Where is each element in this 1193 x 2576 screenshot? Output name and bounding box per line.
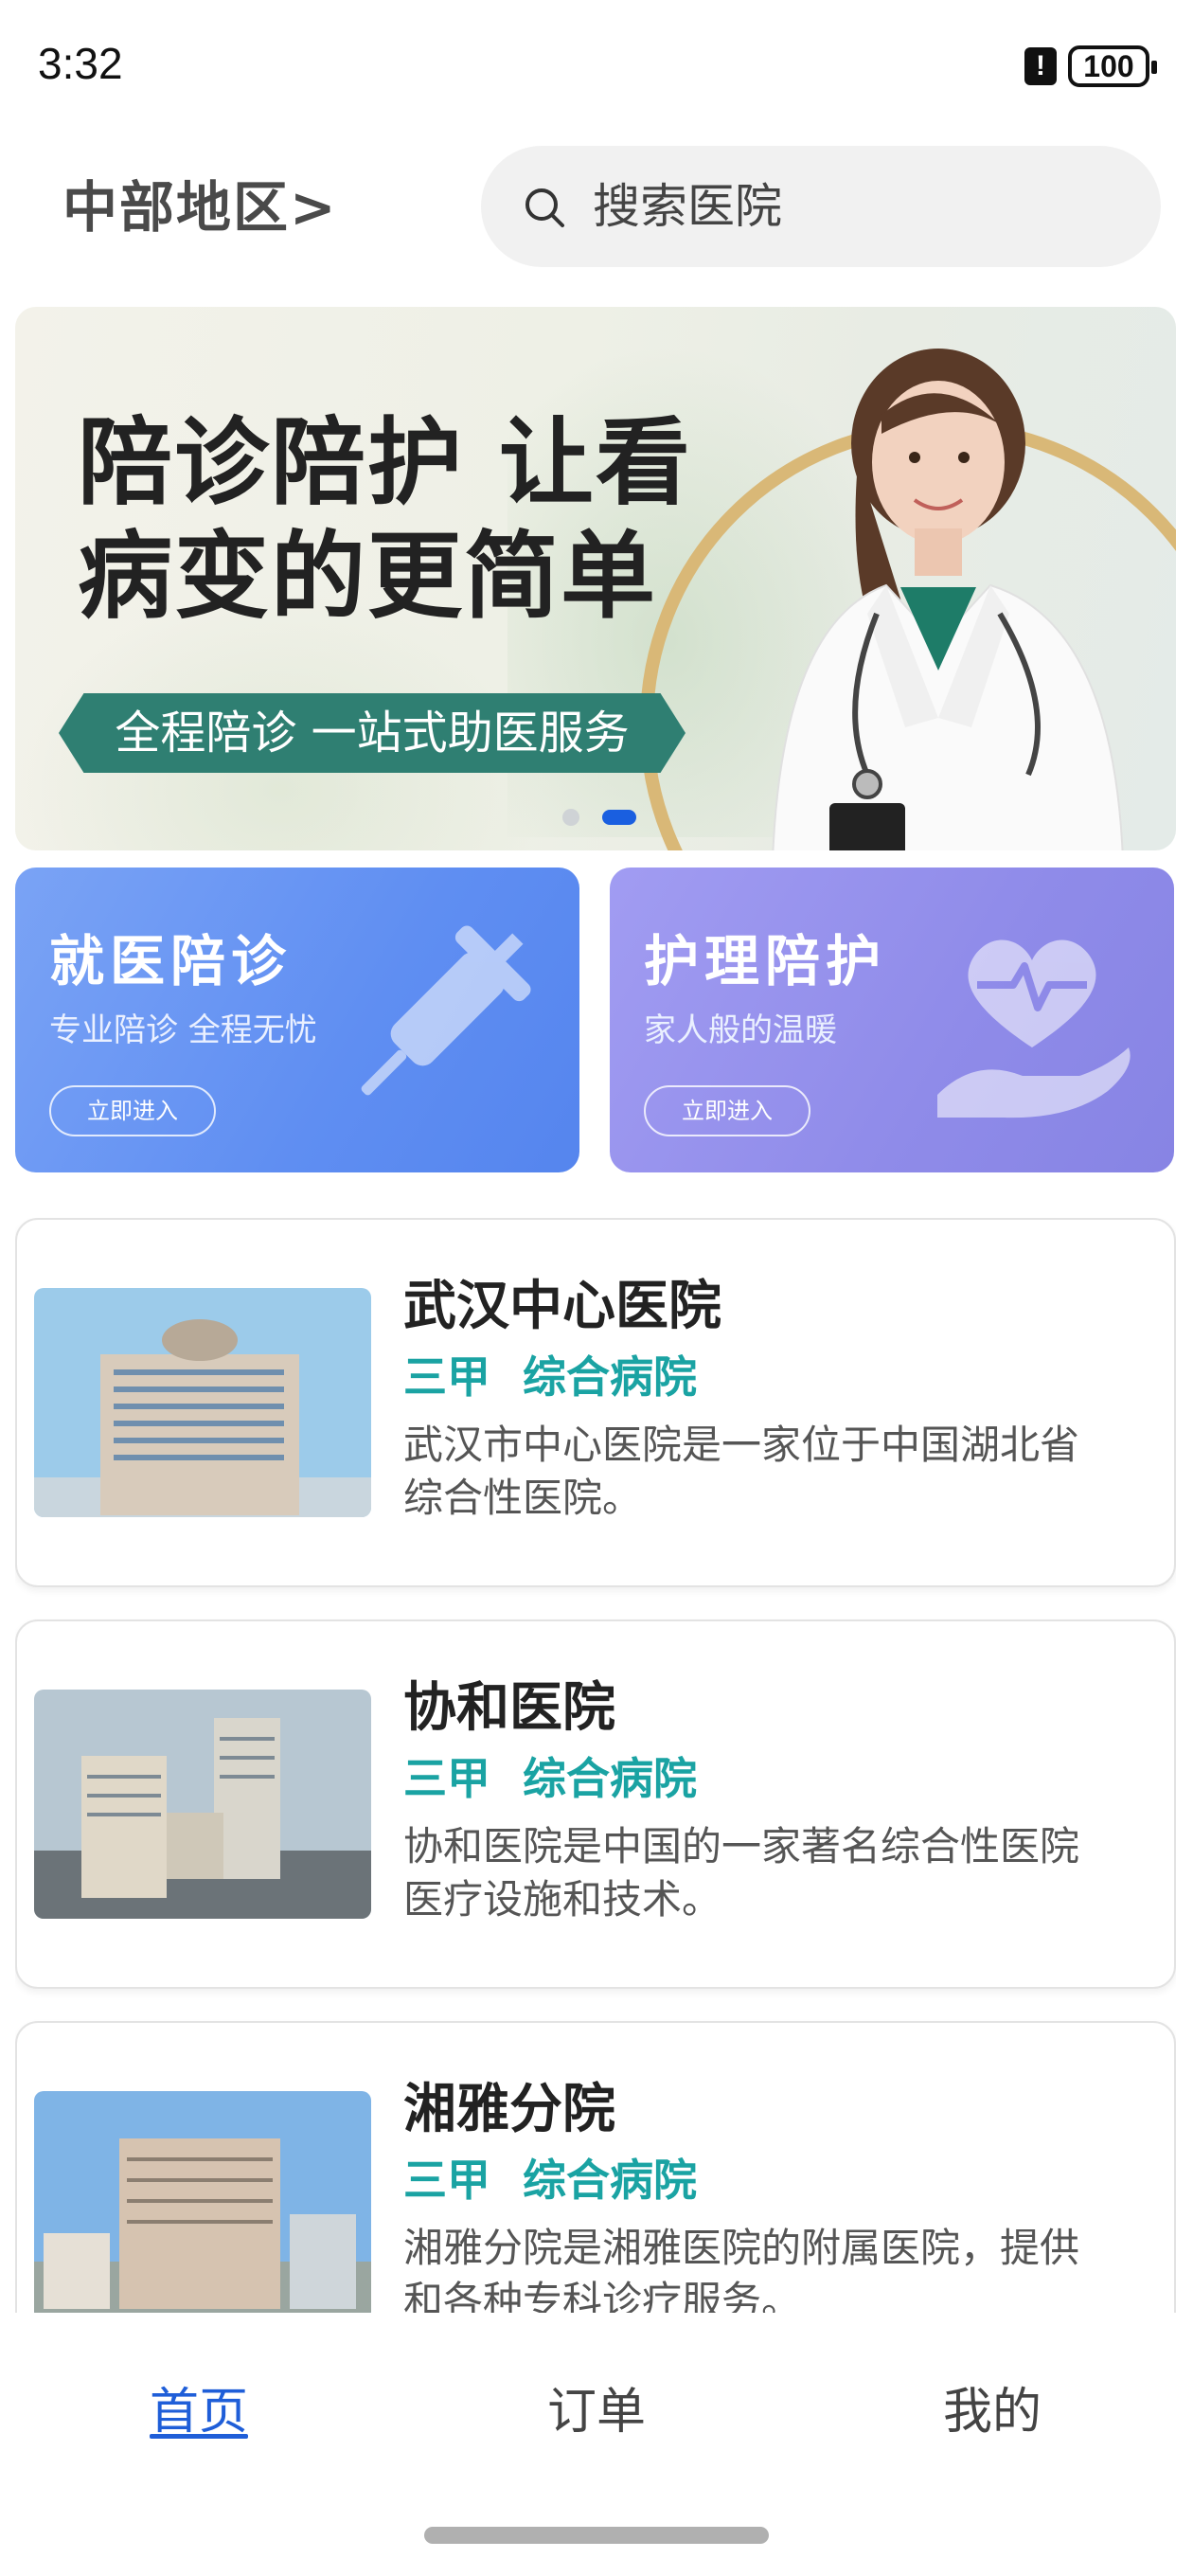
- hospital-desc-line: 和各种专科诊疗服务。: [403, 2278, 802, 2313]
- hospital-tags: 三甲 综合病院: [403, 2146, 729, 2209]
- bottom-tab-bar: 首页 订单 我的: [0, 2313, 1193, 2483]
- hospital-type: 综合病院: [523, 1351, 697, 1403]
- hospital-type: 综合病院: [523, 1753, 697, 1804]
- banner-subtitle: 全程陪诊 一站式助医服务: [59, 693, 686, 773]
- battery-icon: 100: [1068, 45, 1157, 87]
- status-bar: 3:32 ! 100: [0, 0, 1193, 133]
- alert-icon: !: [1024, 47, 1057, 85]
- hospital-desc-line: 武汉市中心医院是一家位于中国湖北省: [403, 1422, 1080, 1468]
- hospital-image: [34, 1288, 371, 1517]
- carousel-dot[interactable]: [562, 808, 579, 826]
- hospital-desc-line: 湘雅分院是湘雅医院的附属医院，提供: [403, 2225, 1080, 2271]
- hospital-tags: 三甲 综合病院: [403, 1343, 729, 1405]
- enter-button[interactable]: 立即进入: [644, 1085, 810, 1136]
- hospital-desc: 武汉市中心医院是一家位于中国湖北省 综合性医院。: [403, 1419, 1174, 1525]
- hospital-list[interactable]: 武汉中心医院 三甲 综合病院 武汉市中心医院是一家位于中国湖北省 综合性医院。 协…: [15, 1218, 1176, 2313]
- search-input[interactable]: [593, 146, 1123, 267]
- service-card-care[interactable]: 护理陪护 家人般的温暖 立即进入: [610, 868, 1174, 1172]
- home-indicator[interactable]: [424, 2527, 769, 2544]
- tab-profile[interactable]: 我的: [879, 2371, 1106, 2442]
- promo-banner[interactable]: 陪诊陪护 让看 病变的更简单 全程陪诊 一站式助医服务: [15, 307, 1176, 850]
- syringe-icon: [361, 925, 531, 1096]
- doctor-illustration: [772, 349, 1124, 850]
- hospital-card[interactable]: 湘雅分院 三甲 综合病院 湘雅分院是湘雅医院的附属医院，提供 和各种专科诊疗服务。: [15, 2021, 1176, 2313]
- hospital-desc-line: 协和医院是中国的一家著名综合性医院: [403, 1823, 1080, 1869]
- hospital-desc: 湘雅分院是湘雅医院的附属医院，提供 和各种专科诊疗服务。: [403, 2222, 1174, 2313]
- hospital-name: 武汉中心医院: [403, 1276, 721, 1337]
- banner-title-line: 病变的更简单: [78, 520, 657, 632]
- service-desc: 家人般的温暖: [644, 1011, 837, 1049]
- enter-button[interactable]: 立即进入: [49, 1085, 216, 1136]
- search-bar[interactable]: [481, 146, 1161, 267]
- hospital-level: 三甲: [403, 2155, 490, 2206]
- hospital-level: 三甲: [403, 1753, 490, 1804]
- search-icon: [525, 188, 564, 227]
- header: 中部地区>: [0, 133, 1193, 275]
- carousel-indicator[interactable]: [562, 807, 636, 828]
- hospital-desc-line: 医疗设施和技术。: [403, 1876, 722, 1923]
- heart-hand-icon: [937, 939, 1131, 1118]
- hospital-name: 协和医院: [403, 1677, 615, 1739]
- banner-title: 陪诊陪护 让看 病变的更简单: [78, 405, 692, 633]
- hospital-image: [34, 1690, 371, 1919]
- hospital-type: 综合病院: [523, 2155, 697, 2206]
- service-card-escort[interactable]: 就医陪诊 专业陪诊 全程无忧 立即进入: [15, 868, 579, 1172]
- region-selector[interactable]: 中部地区>: [62, 163, 338, 242]
- hospital-image: [34, 2091, 371, 2313]
- hospital-card[interactable]: 协和医院 三甲 综合病院 协和医院是中国的一家著名综合性医院 医疗设施和技术。: [15, 1619, 1176, 1989]
- active-tab-indicator: [150, 2434, 248, 2439]
- carousel-dot-active[interactable]: [602, 809, 636, 825]
- hospital-level: 三甲: [403, 1351, 490, 1403]
- banner-title-line: 陪诊陪护 让看: [78, 406, 692, 518]
- tab-orders[interactable]: 订单: [483, 2371, 710, 2442]
- status-time: 3:32: [38, 39, 123, 88]
- hospital-card[interactable]: 武汉中心医院 三甲 综合病院 武汉市中心医院是一家位于中国湖北省 综合性医院。: [15, 1218, 1176, 1587]
- service-title: 就医陪诊: [49, 929, 293, 993]
- hospital-desc-line: 综合性医院。: [403, 1475, 643, 1521]
- service-title: 护理陪护: [644, 929, 887, 993]
- tab-home[interactable]: 首页: [85, 2371, 312, 2442]
- service-desc: 专业陪诊 全程无忧: [49, 1011, 317, 1049]
- hospital-desc: 协和医院是中国的一家著名综合性医院 医疗设施和技术。: [403, 1820, 1174, 1926]
- hospital-name: 湘雅分院: [403, 2079, 615, 2140]
- hospital-tags: 三甲 综合病院: [403, 1744, 729, 1807]
